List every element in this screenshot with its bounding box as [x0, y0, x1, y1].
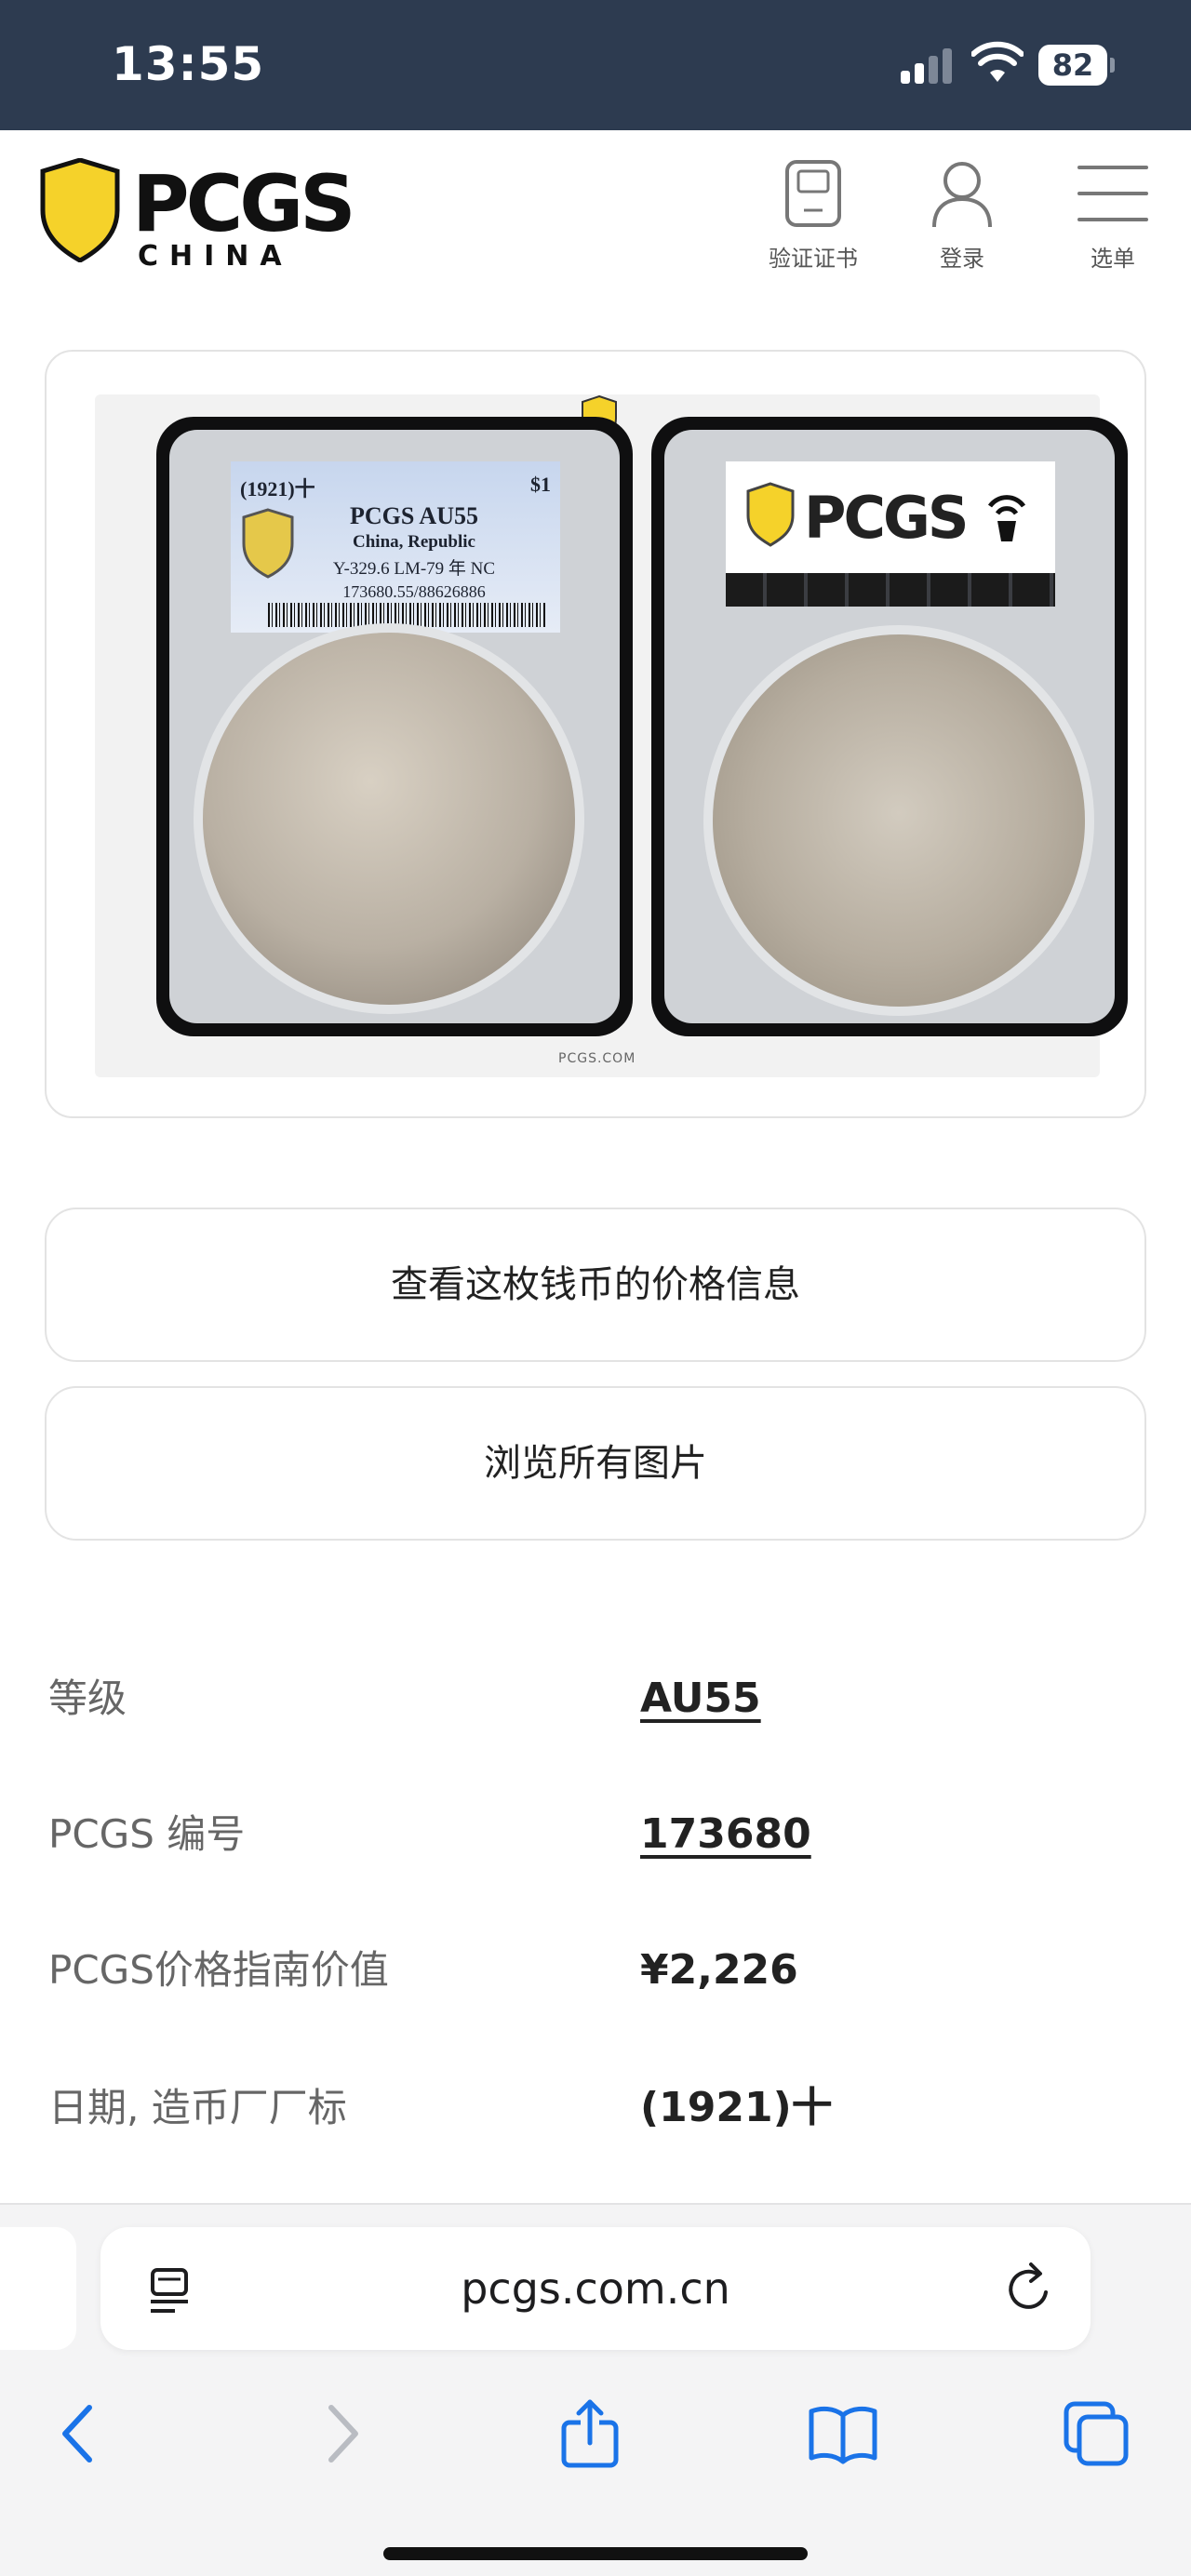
- pcgs-number-label: PCGS 编号: [48, 1811, 246, 1857]
- label-grade: PCGS AU55: [350, 502, 478, 529]
- pcgs-site-caption: PCGS.COM: [558, 1051, 636, 1066]
- price-guide-value: ¥2,226: [640, 1946, 798, 1994]
- status-time: 13:55: [112, 37, 265, 91]
- reverse-label: PCGS: [726, 461, 1055, 607]
- verify-label: 验证证书: [769, 246, 858, 272]
- slab-obverse: (1921)十 $1 PCGS AU55 China, Republic Y-3…: [156, 417, 633, 1036]
- date-mint-label: 日期, 造币厂厂标: [48, 2085, 347, 2130]
- shield-icon: [40, 158, 120, 262]
- hologram-strip: [726, 573, 1055, 607]
- status-bar: 13:55 82: [0, 0, 1191, 130]
- label-country: China, Republic: [353, 532, 475, 552]
- label-date: (1921)十: [240, 477, 315, 501]
- grade-link[interactable]: AU55: [640, 1652, 761, 1745]
- verify-certificate-button[interactable]: 验证证书: [748, 158, 878, 279]
- detail-row-pcgs-number: PCGS 编号 173680: [48, 1788, 1146, 1881]
- hamburger-menu-icon: [1077, 166, 1148, 221]
- wifi-icon: [971, 41, 1024, 82]
- address-bar[interactable]: pcgs.com.cn: [100, 2227, 1091, 2350]
- menu-button[interactable]: 选单: [1048, 158, 1178, 279]
- date-mint-value: (1921)十: [640, 2084, 833, 2131]
- pcgs-logo[interactable]: PCGS CHINA: [39, 158, 356, 273]
- slab-reverse: PCGS: [651, 417, 1128, 1036]
- login-button[interactable]: 登录: [897, 158, 1027, 279]
- view-price-info-button[interactable]: 查看这枚钱币的价格信息: [45, 1208, 1146, 1362]
- forward-icon[interactable]: [303, 2396, 378, 2471]
- site-header: PCGS CHINA 验证证书 登录 选单: [0, 130, 1191, 294]
- pcgs-shield-icon: [746, 482, 795, 547]
- safari-bottom-bar: pcgs.com.cn: [0, 2203, 1191, 2576]
- grade-label: 等级: [48, 1675, 127, 1721]
- menu-label: 选单: [1091, 246, 1135, 272]
- nfc-icon: [987, 495, 1026, 541]
- bookmarks-icon[interactable]: [806, 2396, 880, 2471]
- login-label: 登录: [940, 246, 984, 272]
- price-guide-label: PCGS价格指南价值: [48, 1947, 389, 1993]
- label-cert-number: 173680.55/88626886: [342, 582, 486, 601]
- back-icon[interactable]: [43, 2396, 117, 2471]
- coin-obverse: [203, 633, 575, 1005]
- pcgs-number-link[interactable]: 173680: [640, 1788, 811, 1881]
- label-denomination: $1: [530, 473, 551, 496]
- browse-all-images-button[interactable]: 浏览所有图片: [45, 1386, 1146, 1541]
- home-indicator: [383, 2547, 808, 2560]
- coin-slab-image[interactable]: (1921)十 $1 PCGS AU55 China, Republic Y-3…: [95, 394, 1128, 1077]
- reload-icon[interactable]: [1003, 2261, 1055, 2316]
- grading-label: (1921)十 $1 PCGS AU55 China, Republic Y-3…: [231, 461, 560, 633]
- tabs-icon[interactable]: [1059, 2396, 1133, 2471]
- detail-row-price-guide: PCGS价格指南价值 ¥2,226: [48, 1924, 1146, 2017]
- logo-wordmark: PCGS: [132, 158, 356, 249]
- cellular-signal-icon: [901, 47, 957, 84]
- share-icon[interactable]: [553, 2396, 627, 2471]
- detail-row-grade: 等级 AU55: [48, 1652, 1146, 1745]
- certificate-icon: [785, 160, 841, 227]
- barcode: [268, 603, 547, 627]
- coin-image-card[interactable]: (1921)十 $1 PCGS AU55 China, Republic Y-3…: [45, 350, 1146, 1118]
- label-reference: Y-329.6 LM-79 年 NC: [332, 559, 496, 579]
- logo-subtitle: CHINA: [138, 240, 293, 273]
- battery-indicator: 82: [1038, 45, 1115, 86]
- safari-toolbar: [0, 2372, 1191, 2484]
- coin-reverse: [713, 634, 1085, 1007]
- address-url: pcgs.com.cn: [461, 2263, 730, 2314]
- previous-tab-preview[interactable]: [0, 2227, 76, 2350]
- reverse-label-wordmark: PCGS: [804, 484, 969, 552]
- user-icon: [932, 162, 992, 228]
- detail-row-date-mint: 日期, 造币厂厂标 (1921)十: [48, 2062, 1146, 2155]
